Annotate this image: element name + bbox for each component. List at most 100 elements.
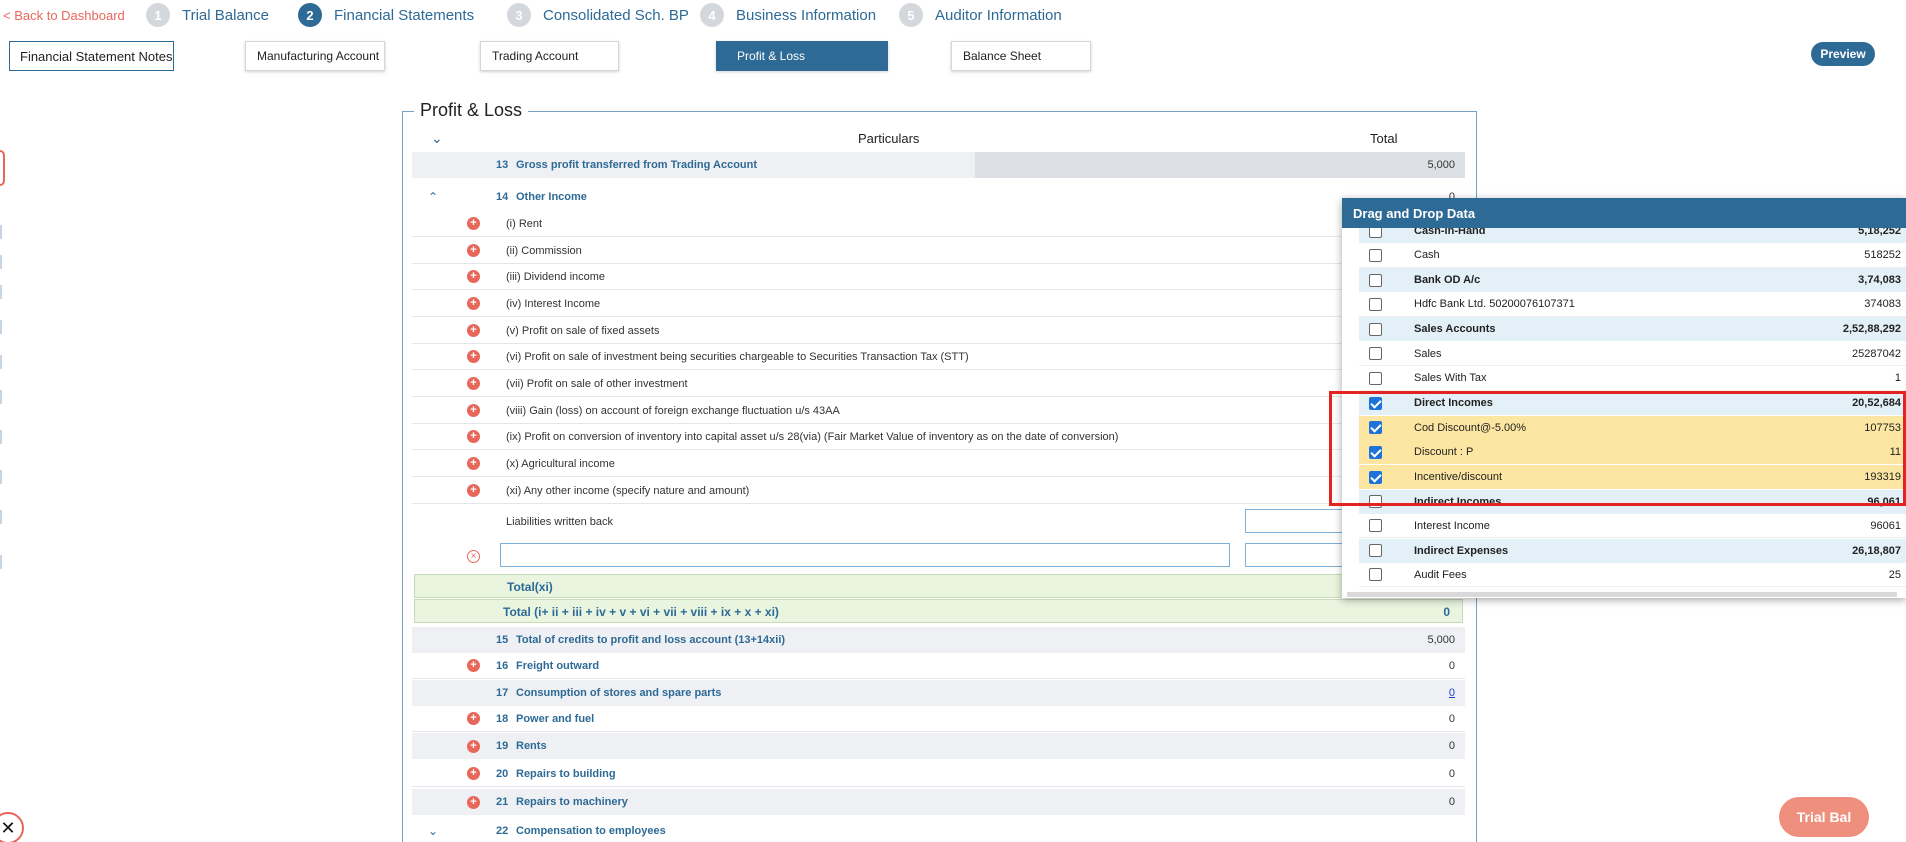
add-icon[interactable]: + xyxy=(467,767,480,780)
row-amount: 26,18,807 xyxy=(1852,544,1901,557)
row-amount: 5,18,252 xyxy=(1858,228,1901,237)
step-trial-balance[interactable]: 1 Trial Balance xyxy=(146,3,269,27)
dd-row[interactable]: Hdfc Bank Ltd. 50200076107371 374083 xyxy=(1359,292,1906,317)
pl-row-22: ⌄ 22 Compensation to employees xyxy=(412,818,1465,842)
dd-row[interactable]: Bank OD A/c 3,74,083 xyxy=(1359,268,1906,293)
add-icon[interactable]: + xyxy=(467,430,480,443)
dd-row[interactable]: Cash-in-Hand 5,18,252 xyxy=(1359,228,1906,243)
row-number: 13 xyxy=(496,159,509,171)
row-checkbox[interactable] xyxy=(1369,273,1382,287)
row-value: 0 xyxy=(1448,659,1455,672)
horizontal-scrollbar[interactable] xyxy=(1347,592,1897,597)
dd-row[interactable]: Indirect Expenses 26,18,807 xyxy=(1359,538,1906,563)
pl-row-18: + 18 Power and fuel 0 xyxy=(412,706,1465,732)
add-icon[interactable]: + xyxy=(467,244,480,257)
trial-balance-fab[interactable]: Trial Bal xyxy=(1779,797,1869,837)
add-icon[interactable]: + xyxy=(467,457,480,470)
row-number: 18 xyxy=(496,712,509,725)
preview-button[interactable]: Preview xyxy=(1811,42,1875,66)
step-label: Financial Statements xyxy=(334,6,475,24)
pl-row-20: + 20 Repairs to building 0 xyxy=(412,761,1465,787)
add-icon[interactable]: + xyxy=(467,404,480,417)
dd-row[interactable]: Interest Income 96061 xyxy=(1359,514,1906,539)
row-checkbox[interactable] xyxy=(1369,568,1382,582)
row-label: Total of credits to profit and loss acco… xyxy=(516,634,786,646)
item-label: (vii) Profit on sale of other investment xyxy=(506,377,688,390)
other-income-item: + (vii) Profit on sale of other investmen… xyxy=(412,371,1465,397)
collapse-all-chevron-icon[interactable]: ⌄ xyxy=(431,130,443,147)
panel-title: Profit & Loss xyxy=(414,100,529,121)
other-income-item: + (xi) Any other income (specify nature a… xyxy=(412,478,1465,504)
close-icon[interactable]: ✕ xyxy=(0,812,24,842)
sidebar-tick xyxy=(0,470,2,484)
new-entry-amount-input[interactable] xyxy=(1245,543,1345,567)
chevron-up-icon[interactable]: ⌃ xyxy=(428,190,438,204)
item-label: (x) Agricultural income xyxy=(506,457,615,470)
column-header-total: Total xyxy=(1370,131,1398,146)
row-checkbox[interactable] xyxy=(1369,519,1382,533)
step-number: 4 xyxy=(700,3,724,27)
pl-row-13-value: 5,000 xyxy=(975,152,1465,178)
dd-row[interactable]: Sales Accounts 2,52,88,292 xyxy=(1359,317,1906,342)
row-value-link[interactable]: 0 xyxy=(1449,687,1455,699)
remove-icon[interactable]: × xyxy=(467,549,480,563)
pl-row-17: 17 Consumption of stores and spare parts… xyxy=(412,680,1465,706)
dd-row[interactable]: Sales With Tax 1 xyxy=(1359,366,1906,391)
step-business-information[interactable]: 4 Business Information xyxy=(700,3,876,27)
row-amount: 3,74,083 xyxy=(1858,274,1901,287)
tab-financial-statement-notes[interactable]: Financial Statement Notes xyxy=(9,41,174,71)
row-name: Sales With Tax xyxy=(1414,372,1487,385)
tab-balance-sheet[interactable]: Balance Sheet xyxy=(951,41,1091,71)
step-consolidated-sch-bp[interactable]: 3 Consolidated Sch. BP xyxy=(507,3,689,27)
row-checkbox[interactable] xyxy=(1369,297,1382,311)
back-to-dashboard-link[interactable]: < Back to Dashboard xyxy=(3,8,125,23)
row-amount: 25 xyxy=(1888,568,1901,581)
tab-manufacturing-account[interactable]: Manufacturing Account xyxy=(245,41,385,71)
other-income-item: + (x) Agricultural income xyxy=(412,451,1465,477)
add-icon[interactable]: + xyxy=(467,659,480,672)
tab-profit-loss[interactable]: Profit & Loss xyxy=(716,41,888,71)
add-icon[interactable]: + xyxy=(467,739,480,753)
item-label: (v) Profit on sale of fixed assets xyxy=(506,324,660,337)
dd-row[interactable]: Audit Fees 25 xyxy=(1359,563,1906,588)
step-label: Auditor Information xyxy=(935,6,1062,24)
chevron-down-icon[interactable]: ⌄ xyxy=(428,824,438,838)
row-checkbox[interactable] xyxy=(1369,228,1382,238)
new-entry-name-input[interactable] xyxy=(500,543,1230,567)
add-icon[interactable]: + xyxy=(467,795,480,809)
sidebar-active-marker xyxy=(0,150,5,186)
sidebar-tick xyxy=(0,430,2,444)
drag-drop-title[interactable]: Drag and Drop Data xyxy=(1342,198,1906,228)
total-xi-row: Total(xi) xyxy=(414,574,1463,598)
add-icon[interactable]: + xyxy=(467,324,480,337)
add-icon[interactable]: + xyxy=(467,377,480,390)
row-number: 19 xyxy=(496,740,509,752)
row-name: Bank OD A/c xyxy=(1414,274,1481,287)
step-auditor-information[interactable]: 5 Auditor Information xyxy=(899,3,1062,27)
row-name: Sales xyxy=(1414,347,1442,360)
step-financial-statements[interactable]: 2 Financial Statements xyxy=(298,3,474,27)
add-icon[interactable]: + xyxy=(467,217,480,230)
item-label: Liabilities written back xyxy=(506,516,613,528)
row-checkbox[interactable] xyxy=(1369,248,1382,262)
dd-row[interactable]: Sales 25287042 xyxy=(1359,342,1906,366)
row-name: Hdfc Bank Ltd. 50200076107371 xyxy=(1414,298,1575,311)
liabilities-amount-input[interactable] xyxy=(1245,509,1345,533)
row-checkbox[interactable] xyxy=(1369,544,1382,558)
add-icon[interactable]: + xyxy=(467,297,480,310)
add-icon[interactable]: + xyxy=(467,270,480,283)
row-checkbox[interactable] xyxy=(1369,347,1382,360)
add-icon[interactable]: + xyxy=(467,484,480,497)
add-icon[interactable]: + xyxy=(467,350,480,363)
row-value: 5,000 xyxy=(1427,634,1455,646)
row-label: Other Income xyxy=(516,191,587,203)
pl-row-21: + 21 Repairs to machinery 0 xyxy=(412,789,1465,815)
row-checkbox[interactable] xyxy=(1369,322,1382,336)
tab-trading-account[interactable]: Trading Account xyxy=(480,41,619,71)
row-amount: 96061 xyxy=(1870,519,1901,532)
row-checkbox[interactable] xyxy=(1369,371,1382,385)
row-name: Cash-in-Hand xyxy=(1414,228,1486,237)
add-icon[interactable]: + xyxy=(467,712,480,725)
row-value: 0 xyxy=(1448,712,1455,725)
dd-row[interactable]: Cash 518252 xyxy=(1359,243,1906,268)
